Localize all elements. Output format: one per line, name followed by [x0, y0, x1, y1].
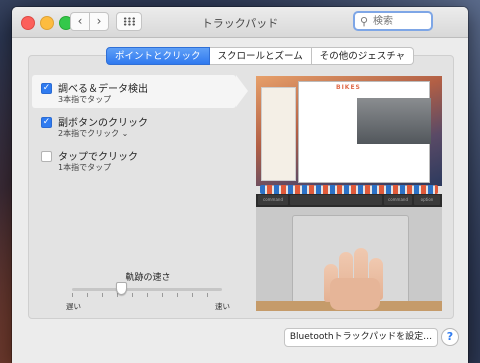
- option-title: 調べる＆データ検出: [58, 84, 148, 95]
- option-title: 副ボタンのクリック: [58, 118, 148, 129]
- selection-pointer: [236, 75, 248, 107]
- secondary-click-checkbox[interactable]: ✓: [41, 117, 52, 128]
- slow-label: 遅い: [66, 302, 81, 311]
- secondary-click-popup[interactable]: 2本指でクリック ⌄: [58, 128, 128, 139]
- slider-track[interactable]: [72, 288, 222, 291]
- preview-key: command: [258, 195, 288, 205]
- slider-knob[interactable]: [116, 282, 127, 295]
- option-title: タップでクリック: [58, 152, 138, 163]
- preview-screen: BIKES: [256, 76, 442, 194]
- lookup-checkbox[interactable]: ✓: [41, 83, 52, 94]
- tab-bar: ポイントとクリック スクロールとズーム その他のジェスチャ: [106, 47, 415, 65]
- option-subtitle: 1本指でタップ: [58, 163, 112, 172]
- tab-point-and-click[interactable]: ポイントとクリック: [106, 47, 210, 65]
- preview-document-thumbnail: [261, 87, 296, 181]
- tracking-speed-control: 軌跡の速さ 遅い 速い: [66, 270, 230, 314]
- preview-document: [298, 81, 431, 183]
- help-button[interactable]: ?: [441, 328, 459, 346]
- preview-bike-photo: [357, 98, 431, 144]
- setup-bluetooth-trackpad-button[interactable]: Bluetoothトラックパッドを設定…: [284, 328, 438, 347]
- preview-spacebar: [290, 195, 382, 205]
- search-input[interactable]: [373, 14, 427, 28]
- tab-more-gestures[interactable]: その他のジェスチャ: [311, 47, 415, 65]
- preview-palm: [330, 278, 380, 310]
- preview-dock: [260, 185, 438, 194]
- search-icon: ⚲: [360, 15, 369, 28]
- tracking-speed-label: 軌跡の速さ: [125, 273, 171, 283]
- gesture-preview-video: BIKES command command option: [256, 76, 442, 311]
- preview-key: option: [414, 195, 440, 205]
- fast-label: 速い: [215, 302, 230, 311]
- tab-scroll-and-zoom[interactable]: スクロールとズーム: [209, 47, 312, 65]
- preview-laptop-body: [256, 207, 442, 311]
- tap-to-click-checkbox[interactable]: [41, 151, 52, 162]
- title-bar: ‹ › トラックパッド ⚲: [12, 7, 468, 38]
- preview-hand: [324, 248, 383, 310]
- preview-key: command: [384, 195, 412, 205]
- preferences-window: ‹ › トラックパッド ⚲ ポイントとクリック スクロールとズーム その他のジェ…: [12, 7, 468, 363]
- option-subtitle: 3本指でタップ: [58, 95, 112, 104]
- search-field[interactable]: ⚲: [353, 11, 433, 31]
- slider-ticks: [72, 293, 222, 297]
- options-list: ✓ 調べる＆データ検出 3本指でタップ ✓ 副ボタンのクリック 2本指でクリック…: [32, 73, 248, 183]
- preview-keyboard: command command option: [256, 194, 442, 207]
- preview-headline: BIKES: [336, 84, 361, 91]
